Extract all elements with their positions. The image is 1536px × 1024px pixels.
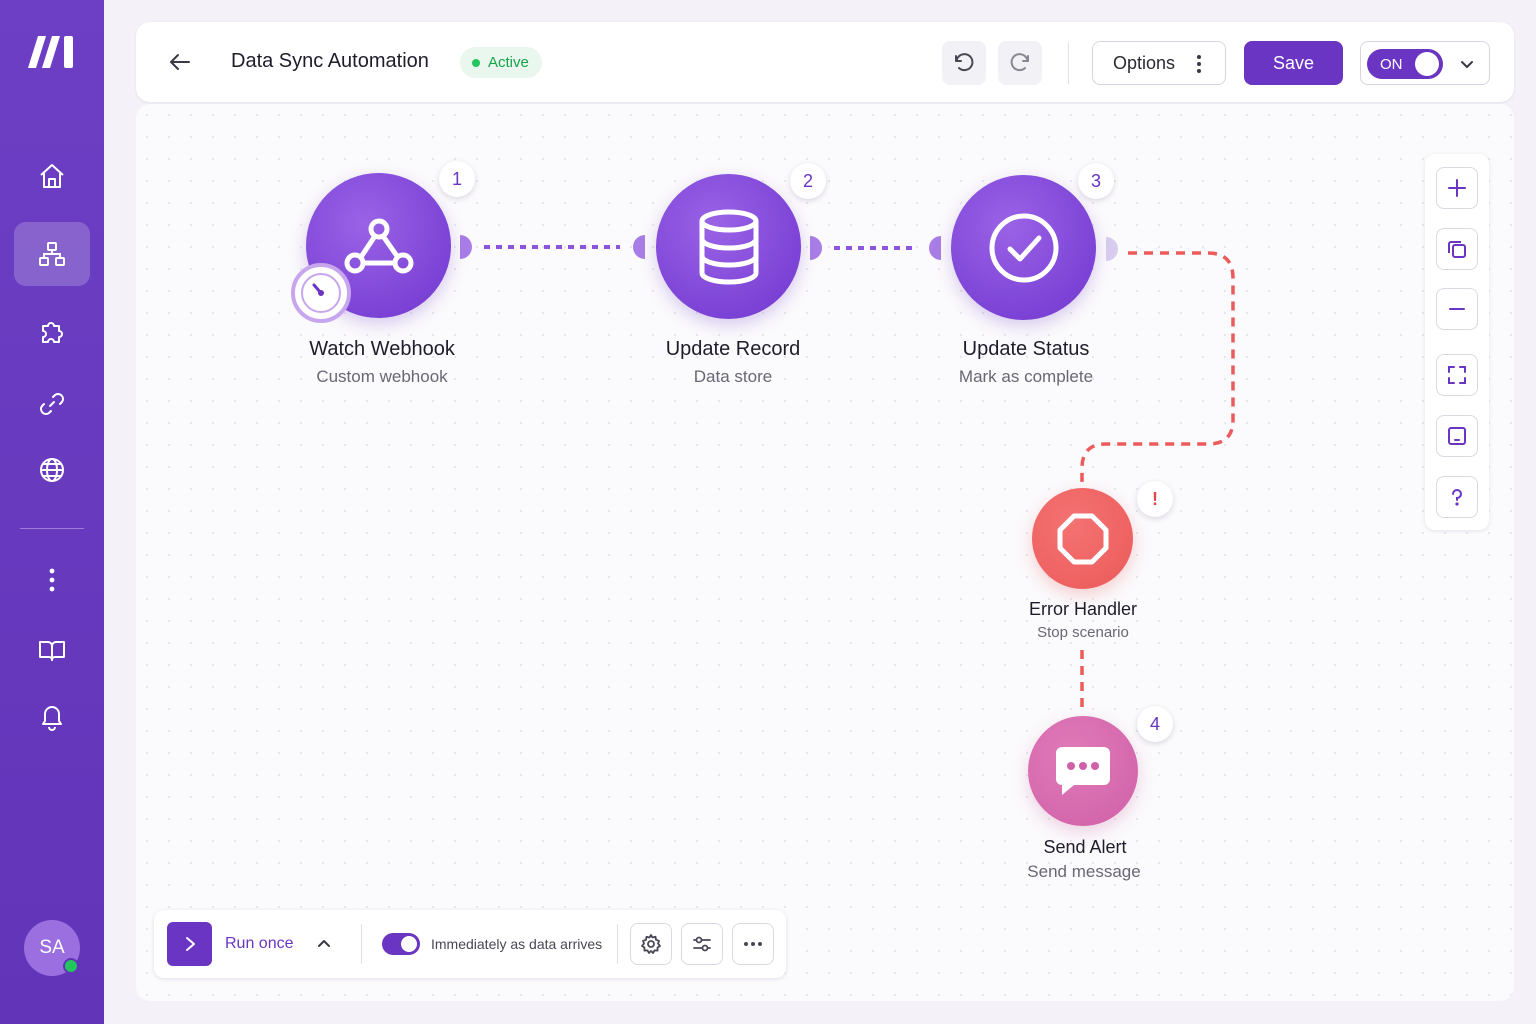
sidebar-item-home[interactable] bbox=[14, 144, 90, 208]
schedule-toggle[interactable] bbox=[382, 933, 420, 955]
options-button[interactable]: Options bbox=[1092, 41, 1226, 85]
schedule-label: Immediately as data arrives bbox=[431, 936, 603, 952]
stop-octagon-icon bbox=[1057, 513, 1108, 564]
error-badge: ! bbox=[1137, 481, 1173, 517]
help-button[interactable] bbox=[1436, 476, 1478, 518]
sidebar-divider bbox=[20, 528, 84, 529]
settings-button[interactable] bbox=[630, 923, 672, 965]
sliders-icon bbox=[693, 936, 711, 952]
sidebar-item-docs[interactable] bbox=[14, 618, 90, 682]
home-icon bbox=[40, 164, 64, 188]
controls-button[interactable] bbox=[681, 923, 723, 965]
webhook-icon bbox=[344, 218, 413, 273]
scenario-toggle-group: ON bbox=[1360, 41, 1490, 85]
puzzle-icon bbox=[42, 322, 63, 343]
status-label: Active bbox=[488, 54, 529, 71]
redo-icon bbox=[1010, 53, 1029, 72]
page-title: Data Sync Automation bbox=[231, 50, 429, 72]
node-subtitle: Custom webhook bbox=[316, 367, 448, 386]
add-module-button[interactable] bbox=[1436, 167, 1478, 209]
node-title: Update Record bbox=[665, 338, 801, 360]
back-button[interactable] bbox=[164, 46, 196, 78]
sidebar-item-apps[interactable] bbox=[14, 300, 90, 364]
run-once-label[interactable]: Run once bbox=[225, 935, 294, 953]
database-icon bbox=[699, 209, 758, 284]
node-title: Update Status bbox=[962, 338, 1090, 360]
header: Data Sync Automation Active Options Save… bbox=[136, 22, 1514, 102]
node-update-status[interactable] bbox=[951, 175, 1096, 320]
node-subtitle: Mark as complete bbox=[958, 367, 1094, 386]
node-number-badge: 1 bbox=[439, 161, 475, 197]
bar-divider bbox=[617, 924, 618, 964]
fit-screen-button[interactable] bbox=[1436, 354, 1478, 396]
node-send-alert[interactable] bbox=[1028, 716, 1138, 826]
online-status-dot bbox=[63, 958, 79, 974]
more-vertical-icon bbox=[49, 568, 55, 592]
logo bbox=[28, 36, 73, 68]
arrow-left-icon bbox=[170, 54, 190, 70]
chevron-up-icon[interactable] bbox=[315, 934, 333, 952]
zoom-out-button[interactable] bbox=[1436, 288, 1478, 330]
scenario-on-toggle[interactable]: ON bbox=[1367, 49, 1443, 79]
chevron-down-icon[interactable] bbox=[1459, 56, 1475, 72]
sidebar: SA bbox=[0, 0, 104, 1024]
help-icon bbox=[1452, 489, 1462, 506]
kebab-icon bbox=[1197, 55, 1201, 73]
sidebar-item-connections[interactable] bbox=[14, 372, 90, 436]
undo-icon bbox=[955, 53, 974, 72]
scenarios-icon bbox=[39, 242, 65, 266]
sidebar-item-more[interactable] bbox=[14, 548, 90, 612]
status-badge: Active bbox=[460, 47, 542, 78]
node-subtitle: Stop scenario bbox=[1037, 624, 1129, 641]
gear-icon bbox=[641, 934, 661, 954]
schedule-clock-badge[interactable] bbox=[291, 263, 351, 323]
node-number-badge: 4 bbox=[1137, 706, 1173, 742]
node-number-badge: 3 bbox=[1078, 163, 1114, 199]
check-circle-icon bbox=[989, 213, 1058, 282]
sidebar-item-scenarios[interactable] bbox=[14, 222, 90, 286]
save-button[interactable]: Save bbox=[1244, 41, 1343, 85]
minimap-icon bbox=[1448, 427, 1466, 445]
toggle-knob bbox=[1415, 52, 1439, 76]
sidebar-item-webhooks[interactable] bbox=[14, 438, 90, 502]
status-dot bbox=[472, 58, 480, 67]
duplicate-button[interactable] bbox=[1436, 228, 1478, 270]
minimap-button[interactable] bbox=[1436, 415, 1478, 457]
more-options-button[interactable] bbox=[732, 923, 774, 965]
message-icon bbox=[1056, 747, 1110, 795]
fit-screen-icon bbox=[1448, 366, 1466, 384]
toggle-knob bbox=[401, 936, 417, 952]
header-divider bbox=[1068, 42, 1069, 84]
book-icon bbox=[39, 641, 65, 661]
node-title: Send Alert bbox=[1043, 837, 1127, 857]
play-chevron-icon bbox=[185, 937, 195, 951]
bell-icon bbox=[42, 706, 62, 731]
run-once-button[interactable] bbox=[167, 922, 212, 966]
node-update-record[interactable] bbox=[656, 174, 801, 319]
node-subtitle: Data store bbox=[693, 367, 773, 386]
clock-icon bbox=[301, 273, 341, 313]
plus-icon bbox=[1448, 179, 1466, 197]
node-title: Watch Webhook bbox=[309, 338, 455, 360]
node-subtitle: Send message bbox=[1027, 862, 1141, 881]
globe-icon bbox=[40, 458, 64, 482]
copy-icon bbox=[1448, 241, 1466, 258]
link-icon bbox=[40, 393, 64, 415]
bar-divider bbox=[361, 924, 362, 964]
redo-button[interactable] bbox=[998, 41, 1042, 85]
node-error-handler[interactable] bbox=[1032, 488, 1133, 589]
node-title: Error Handler bbox=[1028, 599, 1138, 619]
more-horizontal-icon bbox=[744, 942, 762, 946]
run-bar: Run once Immediately as data arrives bbox=[154, 910, 786, 978]
sidebar-item-notifications[interactable] bbox=[14, 684, 90, 748]
toggle-label: ON bbox=[1380, 55, 1403, 73]
minus-icon bbox=[1449, 308, 1465, 310]
node-number-badge: 2 bbox=[790, 163, 826, 199]
options-label: Options bbox=[1113, 52, 1176, 73]
canvas-toolbar bbox=[1425, 154, 1489, 530]
undo-button[interactable] bbox=[942, 41, 986, 85]
